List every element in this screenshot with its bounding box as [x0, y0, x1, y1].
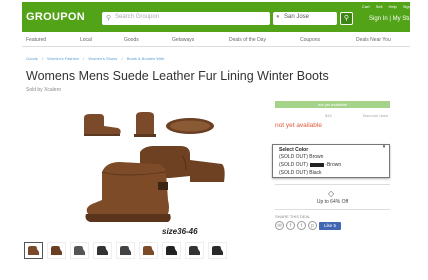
boot-back-image	[134, 112, 156, 137]
thumbnail[interactable]	[70, 242, 89, 259]
groupon-logo[interactable]: GROUPON	[26, 11, 85, 23]
thumbnail-strip	[24, 242, 234, 259]
nav-item-goods[interactable]: Goods	[124, 37, 139, 43]
twitter-share-icon[interactable]: t	[297, 221, 306, 230]
thumbnail[interactable]	[185, 242, 204, 259]
email-share-icon[interactable]: ✉	[275, 221, 284, 230]
nav-item-deals-near-you[interactable]: Deals Near You	[356, 37, 391, 43]
product-title: Womens Mens Suede Leather Fur Lining Win…	[26, 69, 329, 83]
account-links[interactable]: Sign In | My Stuff	[369, 16, 414, 22]
search-button[interactable]: ⚲	[340, 12, 353, 25]
signup-link[interactable]: Sign Up	[403, 4, 417, 9]
divider	[275, 209, 390, 210]
nav-item-featured[interactable]: Featured	[26, 37, 46, 43]
thumbnail[interactable]	[208, 242, 227, 259]
discount-upto: Up to 64% Off	[316, 199, 349, 205]
location-value: San Jose	[284, 14, 310, 20]
location-pin-icon: ●	[276, 14, 280, 20]
breadcrumb-sep: /	[121, 56, 123, 61]
seller-label: Sold by Xcalero	[26, 87, 62, 93]
sell-link[interactable]: Sell	[376, 4, 383, 9]
discount-label: Discount dash	[362, 113, 388, 118]
nav-item-coupons[interactable]: Coupons	[300, 37, 320, 43]
thumbnail[interactable]	[116, 242, 135, 259]
select-option[interactable]: (SOLD OUT) Brown	[279, 154, 323, 160]
site-header: GROUPON ⚲ Search Groupon ● San Jose ⚲ Ca…	[22, 2, 417, 32]
select-option-redacted[interactable]: (SOLD OUT) -Brown	[279, 162, 341, 168]
share-label: SHARE THIS DEAL	[275, 214, 311, 219]
top-links: Cart Sell Help Sign Up	[362, 4, 422, 9]
thumbnail[interactable]	[24, 242, 43, 259]
nav-item-local[interactable]: Local	[80, 37, 92, 43]
product-angle-images	[84, 112, 214, 137]
thumbnail[interactable]	[47, 242, 66, 259]
thumbnail[interactable]	[93, 242, 112, 259]
breadcrumb-item[interactable]: Boots & Booties With	[127, 56, 165, 61]
thumbnail[interactable]	[139, 242, 158, 259]
breadcrumb-item[interactable]: Women's Fashion	[47, 56, 79, 61]
nav-item-getaways[interactable]: Getaways	[172, 37, 194, 43]
buy-button-label: not yet available	[318, 102, 347, 107]
color-select-dropdown[interactable]: Select Color (SOLD OUT) Brown (SOLD OUT)…	[272, 144, 390, 178]
nav-item-deals-of-the-day[interactable]: Deals of the Day	[229, 37, 266, 43]
buy-button[interactable]: not yet available	[275, 101, 390, 108]
breadcrumb-sep: /	[41, 56, 44, 61]
redacted-label-prefix: (SOLD OUT)	[279, 162, 310, 168]
breadcrumb-sep: /	[83, 56, 85, 61]
help-link[interactable]: Help	[388, 4, 396, 9]
availability-status: not yet available	[275, 122, 322, 129]
breadcrumb: Goods / Women's Fashion / Women's Shoes …	[26, 56, 167, 61]
search-icon: ⚲	[106, 15, 112, 22]
thumbnail[interactable]	[162, 242, 181, 259]
redaction-bar	[310, 162, 325, 167]
location-input[interactable]: ● San Jose	[273, 12, 337, 25]
tag-icon: ◇	[328, 189, 335, 198]
select-option[interactable]: Select Color	[279, 147, 308, 153]
price-line: $45 Discount dash	[275, 110, 390, 120]
facebook-share-icon[interactable]: f	[286, 221, 295, 230]
search-placeholder: Search Groupon	[115, 14, 160, 20]
cart-link[interactable]: Cart	[362, 4, 370, 9]
main-nav: Featured Local Goods Getaways Deals of t…	[22, 33, 410, 47]
redacted-label-suffix: -Brown	[325, 162, 342, 168]
pinterest-share-icon[interactable]: p	[308, 221, 317, 230]
breadcrumb-item[interactable]: Goods	[26, 56, 38, 61]
price-value: $45	[325, 113, 332, 118]
boot-side-image	[84, 114, 121, 136]
search-input[interactable]: ⚲ Search Groupon	[102, 12, 270, 25]
breadcrumb-item[interactable]: Women's Shoes	[88, 56, 117, 61]
divider	[275, 184, 390, 185]
size-caption: size36-46	[162, 227, 198, 236]
product-main-image[interactable]	[82, 142, 228, 234]
chevron-down-icon[interactable]: ▾	[378, 144, 390, 151]
boot-front-pair	[85, 162, 171, 222]
boot-sole-image	[166, 118, 214, 134]
select-option[interactable]: (SOLD OUT) Black	[279, 170, 322, 176]
facebook-like-button[interactable]: Like 5	[319, 222, 341, 230]
